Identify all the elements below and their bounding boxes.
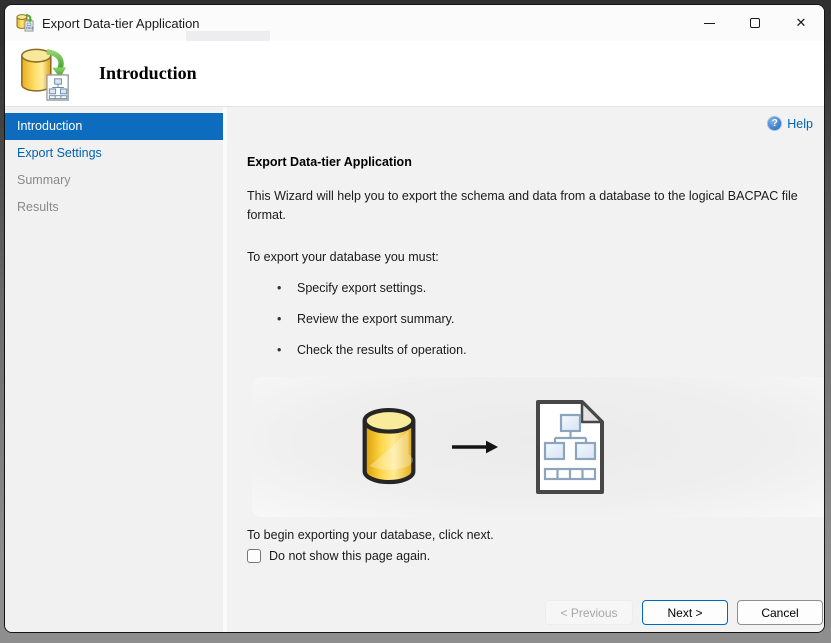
cancel-button[interactable]: Cancel [737, 600, 823, 625]
close-icon: ✕ [795, 15, 807, 30]
wizard-window: Export Data-tier Application ✕ Introduct… [4, 4, 825, 633]
bullet-text: Check the results of operation. [297, 342, 467, 357]
previous-button[interactable]: < Previous [545, 600, 633, 625]
bullet-item: • Specify export settings. [247, 280, 824, 295]
bullet-item: • Review the export summary. [247, 311, 824, 326]
bullet-item: • Check the results of operation. [247, 342, 824, 357]
wizard-header: Introduction [5, 41, 824, 107]
dont-show-again-row: Do not show this page again. [247, 548, 824, 563]
help-link[interactable]: ? Help [767, 116, 813, 131]
help-icon: ? [767, 116, 783, 131]
page-title: Introduction [99, 63, 197, 83]
close-button[interactable]: ✕ [778, 5, 824, 41]
help-label: Help [787, 116, 813, 131]
app-database-export-icon [16, 14, 34, 32]
titlebar: Export Data-tier Application ✕ [5, 5, 824, 41]
titlebar-tab-shadow [186, 31, 270, 41]
wizard-steps-sidebar: Introduction Export Settings Summary Res… [5, 107, 227, 632]
footer-instruction: To begin exporting your database, click … [247, 527, 494, 542]
intro-paragraph: This Wizard will help you to export the … [247, 189, 798, 223]
bullet-icon: • [277, 280, 282, 295]
wizard-button-bar: < Previous Next > Cancel [545, 600, 823, 625]
database-cylinder-icon [362, 407, 416, 484]
minimize-icon [703, 22, 715, 24]
sidebar-item-introduction[interactable]: Introduction [5, 113, 223, 140]
arrow-right-icon [452, 440, 498, 454]
content-heading: Export Data-tier Application [247, 155, 412, 169]
bacpac-document-icon [536, 399, 604, 494]
bullet-icon: • [277, 342, 282, 357]
minimize-button[interactable] [686, 5, 732, 41]
maximize-icon [750, 18, 760, 28]
next-button[interactable]: Next > [642, 600, 728, 625]
database-export-header-icon [21, 48, 69, 101]
dont-show-again-label: Do not show this page again. [269, 548, 431, 563]
maximize-button[interactable] [732, 5, 778, 41]
bullet-icon: • [277, 311, 282, 326]
dont-show-again-checkbox[interactable] [247, 548, 261, 563]
sidebar-item-summary: Summary [17, 173, 71, 187]
content-pane: ? Help Export Data-tier Application This… [227, 107, 824, 632]
export-illustration-panel [252, 376, 824, 517]
bullet-text: Review the export summary. [297, 311, 455, 326]
window-title: Export Data-tier Application [42, 15, 200, 31]
list-intro: To export your database you must: [247, 249, 439, 264]
sidebar-item-export-settings[interactable]: Export Settings [5, 140, 223, 167]
bullet-text: Specify export settings. [297, 280, 427, 295]
sidebar-item-results: Results [17, 200, 59, 214]
